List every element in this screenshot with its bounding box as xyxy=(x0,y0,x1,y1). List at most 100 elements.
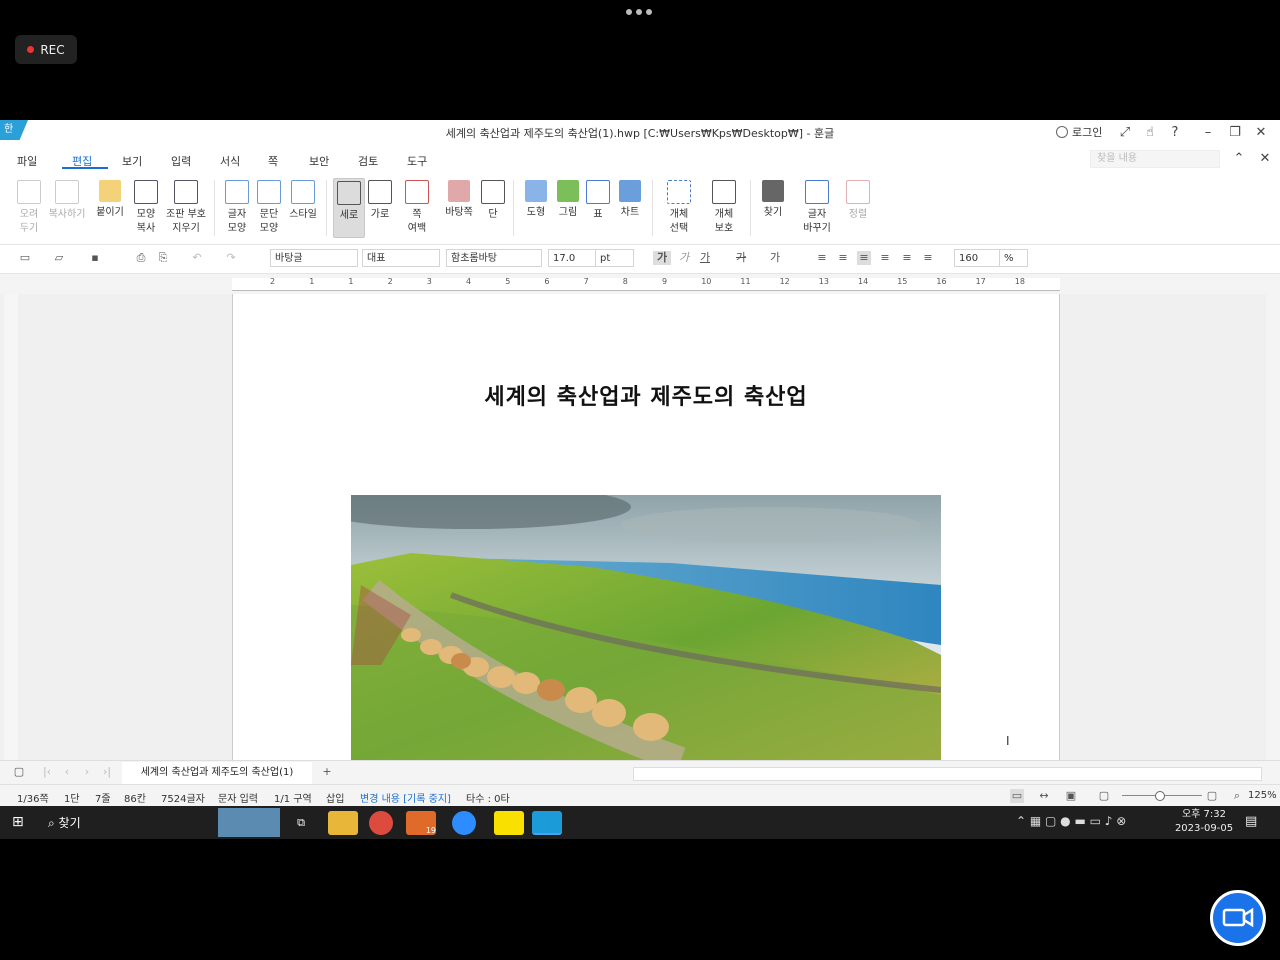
page-view-icon[interactable]: ▭ xyxy=(1010,789,1024,803)
horizontal-scrollbar[interactable] xyxy=(633,767,1262,781)
print-preview-icon[interactable]: ⎘ xyxy=(156,251,170,265)
last-tab-icon[interactable]: ›| xyxy=(100,765,114,779)
windows-start-icon[interactable]: ⊞ xyxy=(12,814,28,830)
line-spacing-unit[interactable]: % xyxy=(1000,249,1028,267)
video-camera-icon[interactable] xyxy=(1210,890,1266,946)
tab-list-icon[interactable]: ▢ xyxy=(12,765,26,779)
protect-object-button[interactable]: 개체 보호 xyxy=(706,178,742,236)
help-icon[interactable]: ? xyxy=(1166,124,1184,142)
menu-tools[interactable]: 도구 xyxy=(407,153,427,169)
hangul-taskbar-icon[interactable] xyxy=(532,811,562,835)
menu-insert[interactable]: 입력 xyxy=(171,153,191,169)
font-select[interactable]: 함초롬바탕 xyxy=(446,249,542,267)
fit-view-icon[interactable]: ▣ xyxy=(1064,789,1078,803)
open-folder-icon[interactable]: ▱ xyxy=(52,251,66,265)
replace-button[interactable]: 글자 바꾸기 xyxy=(798,178,836,236)
zoom-slider-knob[interactable] xyxy=(1155,791,1165,801)
redo-icon[interactable]: ↷ xyxy=(224,251,238,265)
paste-button[interactable]: 붙이기 xyxy=(92,178,128,220)
undo-icon[interactable]: ↶ xyxy=(190,251,204,265)
align-center-icon[interactable]: ≡ xyxy=(857,251,871,265)
font-color-button[interactable]: 가 xyxy=(768,251,782,265)
new-doc-icon[interactable]: ▭ xyxy=(18,251,32,265)
proofread-button[interactable]: 정렬 xyxy=(844,178,872,222)
width-view-icon[interactable]: ↔ xyxy=(1037,789,1051,803)
align-left-icon[interactable]: ≡ xyxy=(836,251,850,265)
line-spacing-input[interactable]: 160 xyxy=(954,249,1000,267)
cattle-landscape-image[interactable] xyxy=(351,495,941,760)
copy-button[interactable]: 복사하기 xyxy=(46,178,88,222)
style-button[interactable]: 스타일 xyxy=(286,178,320,222)
align-distribute-icon[interactable]: ≡ xyxy=(900,251,914,265)
taskbar-clock[interactable]: 오후 7:32 2023-09-05 xyxy=(1172,808,1236,836)
italic-button[interactable]: 가 xyxy=(677,251,691,265)
taskbar-search[interactable]: ⌕ 찾기 xyxy=(48,814,81,831)
column-button[interactable]: 단 xyxy=(481,178,505,222)
bold-button[interactable]: 가 xyxy=(653,251,671,265)
ribbon-collapse-icon[interactable]: ⌃ xyxy=(1230,150,1248,168)
menu-file[interactable]: 파일 xyxy=(17,153,37,169)
strike-button[interactable]: 가 xyxy=(734,251,748,265)
align-justify-icon[interactable]: ≡ xyxy=(815,251,829,265)
document-page[interactable]: 세계의 축산업과 제주도의 축산업 xyxy=(232,294,1060,760)
notification-icon[interactable]: ▤ xyxy=(1245,814,1257,829)
clear-format-button[interactable]: 조판 부호 지우기 xyxy=(163,178,209,236)
menu-page[interactable]: 쪽 xyxy=(268,153,278,169)
save-icon[interactable]: ▪ xyxy=(88,251,102,265)
zoom-out-icon[interactable]: ▢ xyxy=(1097,789,1111,803)
find-button[interactable]: 찾기 xyxy=(758,178,788,220)
background-page-button[interactable]: 바탕쪽 xyxy=(441,178,477,220)
table-button[interactable]: 표 xyxy=(586,178,610,222)
file-explorer-icon[interactable] xyxy=(328,811,358,835)
status-insert[interactable]: 삽입 xyxy=(326,790,344,805)
status-zoom[interactable]: 125% xyxy=(1248,790,1277,801)
cut-button[interactable]: 오려 두기 xyxy=(14,178,44,236)
chrome-icon[interactable] xyxy=(369,811,393,835)
para-shape-button[interactable]: 문단 모양 xyxy=(254,178,284,236)
find-input[interactable]: 찾을 내용 xyxy=(1090,150,1220,168)
minimize-icon[interactable]: – xyxy=(1199,124,1217,142)
close-icon[interactable]: ✕ xyxy=(1252,124,1270,142)
zoom-app-icon[interactable] xyxy=(452,811,476,835)
doc-close-icon[interactable]: ✕ xyxy=(1256,150,1274,168)
zoom-in-icon[interactable]: ▢ xyxy=(1205,789,1219,803)
underline-button[interactable]: 가 xyxy=(698,251,712,265)
vertical-scrollbar[interactable] xyxy=(1266,274,1280,760)
first-tab-icon[interactable]: |‹ xyxy=(40,765,54,779)
landscape-button[interactable]: 가로 xyxy=(366,178,394,222)
menu-view[interactable]: 보기 xyxy=(122,153,142,169)
print-icon[interactable]: ⎙ xyxy=(134,251,148,265)
top-menu-dots[interactable] xyxy=(626,9,654,17)
align-split-icon[interactable]: ≡ xyxy=(921,251,935,265)
hand-icon[interactable]: ☝ xyxy=(1141,124,1159,142)
status-track-changes[interactable]: 변경 내용 [기록 중지] xyxy=(360,790,451,805)
lang-select[interactable]: 대표 xyxy=(362,249,440,267)
login-button[interactable]: 로그인 xyxy=(1056,124,1102,140)
style-select[interactable]: 바탕글 xyxy=(270,249,358,267)
font-size-input[interactable]: 17.0 xyxy=(548,249,596,267)
portrait-button[interactable]: 세로 xyxy=(333,178,365,238)
next-tab-icon[interactable]: › xyxy=(80,765,94,779)
magnifier-icon[interactable]: ⌕ xyxy=(1230,789,1244,803)
task-view-icon[interactable]: ⧉ xyxy=(286,811,316,835)
picture-button[interactable]: 그림 xyxy=(554,178,582,220)
tray-icons[interactable]: ⌃ ▦ ▢ ● ▬ ▭ ♪ ⊗ xyxy=(1016,814,1126,828)
align-right-icon[interactable]: ≡ xyxy=(878,251,892,265)
prev-tab-icon[interactable]: ‹ xyxy=(60,765,74,779)
restore-icon[interactable]: ❐ xyxy=(1226,124,1244,142)
char-shape-button[interactable]: 글자 모양 xyxy=(222,178,252,236)
shape-copy-button[interactable]: 모양 복사 xyxy=(130,178,162,236)
kakaotalk-icon[interactable] xyxy=(494,811,524,835)
chart-button[interactable]: 차트 xyxy=(616,178,644,220)
expand-icon[interactable]: ⤢ xyxy=(1116,124,1134,142)
margin-button[interactable]: 쪽 여백 xyxy=(402,178,432,236)
shape-button[interactable]: 도형 xyxy=(522,178,550,220)
select-object-button[interactable]: 개체 선택 xyxy=(662,178,696,236)
status-page[interactable]: 1/36쪽 xyxy=(17,790,49,805)
font-unit-select[interactable]: pt xyxy=(596,249,634,267)
menu-review[interactable]: 검토 xyxy=(358,153,378,169)
menu-security[interactable]: 보안 xyxy=(309,153,329,169)
telegram-icon[interactable]: 19 xyxy=(406,811,436,835)
add-tab-icon[interactable]: + xyxy=(320,765,334,779)
menu-format[interactable]: 서식 xyxy=(220,153,240,169)
